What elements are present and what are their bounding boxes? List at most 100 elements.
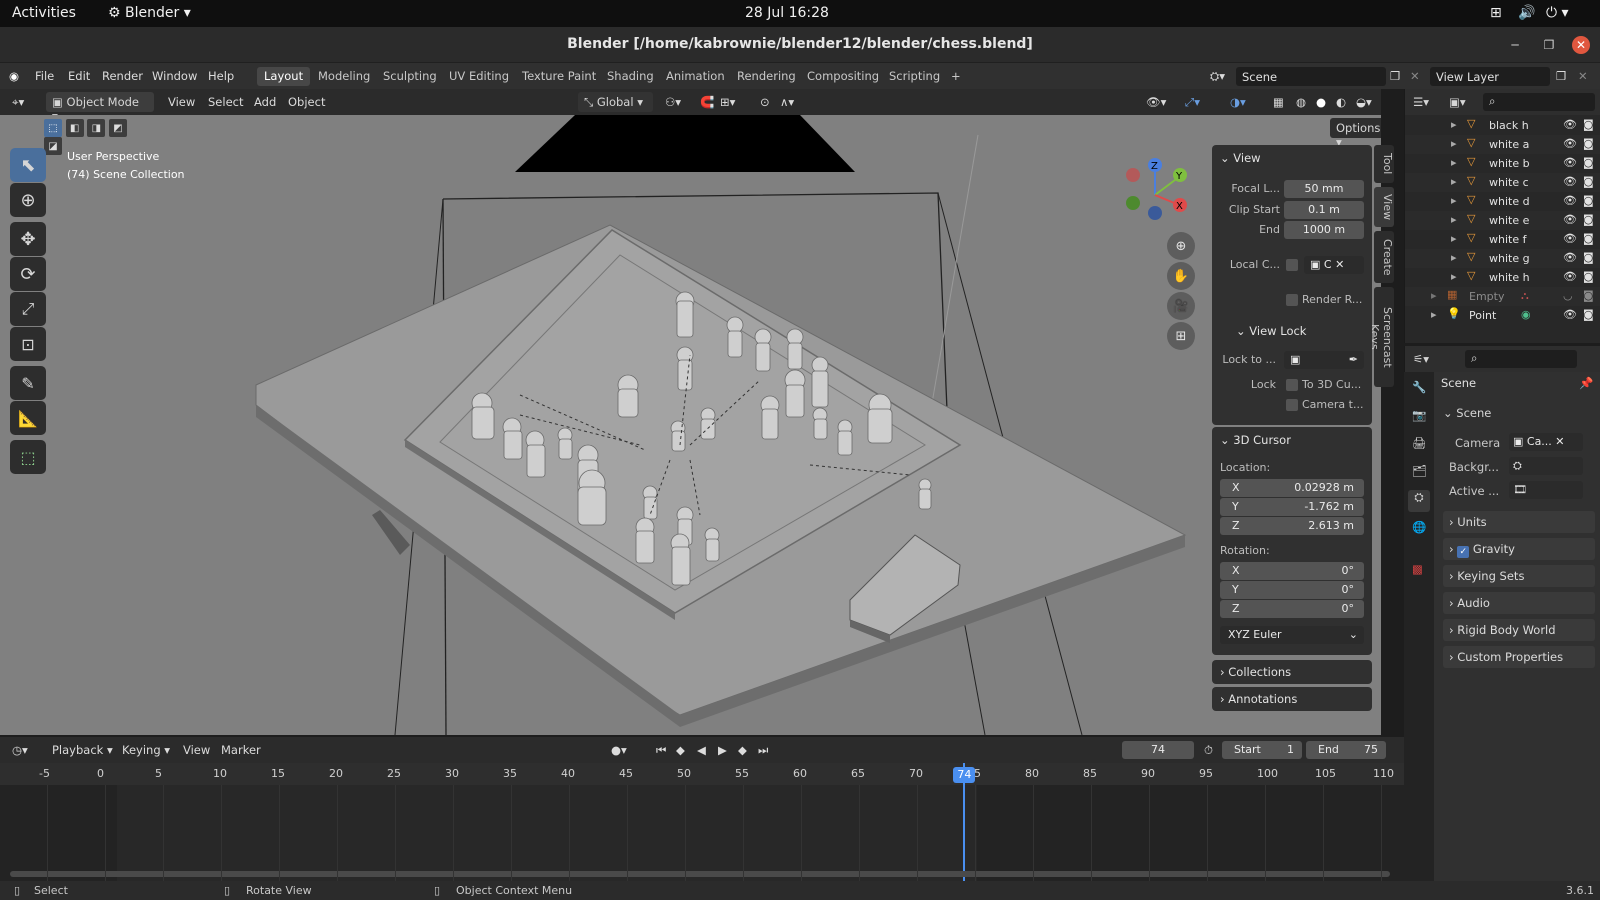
tab-uv-editing[interactable]: UV Editing — [442, 67, 516, 86]
eye-icon[interactable]: 👁 — [1563, 270, 1577, 283]
overlay-icon[interactable]: ◑▾ — [1230, 95, 1246, 109]
options-dropdown[interactable]: Options ▾ — [1330, 118, 1381, 149]
outliner-row[interactable]: ▸ ▽ white g 👁 ◙ — [1405, 249, 1600, 268]
clip-end-field[interactable]: 1000 m — [1284, 221, 1364, 239]
scale-tool[interactable]: ⤢ — [10, 292, 46, 326]
scene-field[interactable]: Scene — [1236, 67, 1386, 86]
camera-to-view-checkbox[interactable] — [1286, 399, 1298, 411]
add-workspace-icon[interactable]: + — [944, 67, 968, 86]
clock[interactable]: 28 Jul 16:28 — [745, 5, 829, 21]
eye-icon[interactable]: 👁 — [1563, 137, 1577, 150]
camera-render-icon[interactable]: ◙ — [1583, 194, 1594, 207]
custom-properties-section[interactable]: › Custom Properties — [1443, 646, 1595, 668]
menu-timeline-view[interactable]: View — [183, 743, 210, 757]
transform-orientation-dropdown[interactable]: ⤡ Global ▾ — [578, 92, 653, 112]
menu-help[interactable]: Help — [208, 69, 234, 83]
remove-scene-icon[interactable]: ✕ — [1410, 69, 1420, 83]
focal-length-field[interactable]: 50 mm — [1284, 180, 1364, 198]
select-subtract-icon[interactable]: ◨ — [87, 119, 106, 137]
cursor-rotation-z[interactable]: Z 0° — [1220, 600, 1364, 618]
zoom-icon[interactable]: ⊕ — [1167, 232, 1195, 260]
outliner-row[interactable]: ▸ ▽ white e 👁 ◙ — [1405, 211, 1600, 230]
view-panel-header[interactable]: ⌄ View — [1220, 151, 1261, 165]
new-scene-icon[interactable]: ❐ — [1390, 69, 1400, 83]
cursor-location-x[interactable]: X 0.02928 m — [1220, 479, 1364, 497]
audio-section[interactable]: › Audio — [1443, 592, 1595, 614]
filter-icon[interactable]: ▣▾ — [1449, 95, 1466, 109]
material-shading-icon[interactable]: ◐ — [1336, 95, 1346, 109]
next-keyframe-icon[interactable]: ◆ — [738, 743, 747, 757]
record-icon[interactable]: ●▾ — [611, 743, 627, 757]
gravity-section[interactable]: › ✓ Gravity — [1443, 538, 1595, 560]
eye-icon[interactable]: 👁 — [1563, 118, 1577, 131]
measure-tool[interactable]: 📐 — [10, 401, 46, 435]
camera-render-icon[interactable]: ◙ — [1583, 251, 1594, 264]
outliner[interactable]: ☰▾ ▣▾ ⌕ ▸ ▽ black h 👁 ◙ ▸ ▽ white a 👁 ◙ ▸ ▽ white … — [1404, 89, 1600, 343]
maximize-icon[interactable]: ❐ — [1540, 36, 1558, 54]
eye-icon[interactable]: 👁 — [1563, 251, 1577, 264]
outliner-row[interactable]: ▸ ▦ Empty ⛬ ◡ ◙ — [1405, 287, 1600, 306]
tab-rendering[interactable]: Rendering — [730, 67, 803, 86]
tab-layout[interactable]: Layout — [257, 67, 311, 86]
camera-render-icon[interactable]: ◙ — [1583, 175, 1594, 188]
wireframe-shading-icon[interactable]: ◍ — [1296, 95, 1306, 109]
menu-marker[interactable]: Marker — [221, 743, 261, 757]
camera-render-icon[interactable]: ◙ — [1583, 270, 1594, 283]
lock-to-object-field[interactable]: ▣ ✒ — [1284, 351, 1364, 369]
blender-logo-icon[interactable]: ◉ — [9, 69, 19, 83]
scene-tab-icon[interactable]: ⛭ — [1408, 490, 1430, 512]
jump-end-icon[interactable]: ⏭ — [758, 743, 768, 758]
cursor-rotation-x[interactable]: X 0° — [1220, 562, 1364, 580]
cursor-tool[interactable]: ⊕ — [10, 183, 46, 217]
menu-view[interactable]: View — [168, 95, 195, 109]
rigid-body-world-section[interactable]: › Rigid Body World — [1443, 619, 1595, 641]
select-intersect-icon[interactable]: ◩ — [108, 119, 127, 137]
eye-icon[interactable]: 👁 — [1563, 175, 1577, 188]
timeline-editor-icon[interactable]: ◷▾ — [12, 743, 28, 757]
tab-texture-paint[interactable]: Texture Paint — [515, 67, 603, 86]
view-layer-tab-icon[interactable]: 🗂 — [1412, 464, 1427, 478]
gravity-checkbox[interactable]: ✓ — [1457, 546, 1470, 558]
output-tab-icon[interactable]: 🖨 — [1412, 436, 1427, 450]
local-camera-field[interactable]: ▣ C ✕ — [1304, 256, 1364, 274]
scene-selector-icon[interactable]: ⛭▾ — [1210, 69, 1225, 84]
tab-modeling[interactable]: Modeling — [311, 67, 377, 86]
cursor-location-y[interactable]: Y -1.762 m — [1220, 498, 1364, 516]
cursor-rotation-y[interactable]: Y 0° — [1220, 581, 1364, 599]
activities-button[interactable]: Activities — [12, 5, 76, 21]
frame-ruler[interactable]: -505101520253035404550556065707580859095… — [0, 763, 1404, 785]
eye-icon[interactable]: 👁 — [1563, 308, 1577, 321]
camera-render-icon[interactable]: ◙ — [1583, 289, 1594, 302]
minimize-icon[interactable]: ─ — [1506, 36, 1524, 54]
camera-render-icon[interactable]: ◙ — [1583, 156, 1594, 169]
background-scene-field[interactable]: ⛭ — [1509, 457, 1583, 475]
tab-tool[interactable]: Tool — [1374, 145, 1394, 183]
prev-keyframe-icon[interactable]: ◆ — [676, 743, 685, 757]
outliner-row[interactable]: ▸ 💡 Point ◉ 👁 ◙ — [1405, 306, 1600, 325]
view-lock-header[interactable]: ⌄ View Lock — [1236, 324, 1306, 338]
close-icon[interactable]: ✕ — [1572, 36, 1590, 54]
menu-edit[interactable]: Edit — [68, 69, 90, 83]
3d-cursor-header[interactable]: ⌄ 3D Cursor — [1220, 433, 1291, 447]
menu-window[interactable]: Window — [152, 69, 197, 83]
outliner-row[interactable]: ▸ ▽ white d 👁 ◙ — [1405, 192, 1600, 211]
camera-render-icon[interactable]: ◙ — [1583, 118, 1594, 131]
cursor-location-z[interactable]: Z 2.613 m — [1220, 517, 1364, 535]
app-menu[interactable]: ⚙ Blender ▾ — [108, 5, 191, 21]
3d-viewport[interactable]: ⬚ ◧ ◨ ◩ ◪ User Perspective (74) Scene Co… — [0, 115, 1381, 735]
play-reverse-icon[interactable]: ◀ — [697, 743, 706, 757]
keying-sets-section[interactable]: › Keying Sets — [1443, 565, 1595, 587]
remove-view-layer-icon[interactable]: ✕ — [1578, 69, 1588, 83]
pin-icon[interactable]: 📌 — [1579, 376, 1593, 390]
pan-hand-icon[interactable]: ✋ — [1167, 262, 1195, 290]
jump-start-icon[interactable]: ⏮ — [656, 743, 666, 758]
scene-section-header[interactable]: ⌄ Scene — [1443, 406, 1491, 420]
timeline-scrollbar[interactable] — [10, 871, 1390, 877]
play-icon[interactable]: ▶ — [718, 743, 727, 757]
outliner-row[interactable]: ▸ ▽ white b 👁 ◙ — [1405, 154, 1600, 173]
collections-panel[interactable]: › Collections — [1212, 660, 1372, 684]
move-tool[interactable]: ✥ — [10, 222, 46, 256]
menu-add[interactable]: Add — [254, 95, 276, 109]
transform-tool[interactable]: ⊡ — [10, 327, 46, 361]
current-frame-field[interactable]: 74 — [1122, 741, 1194, 759]
